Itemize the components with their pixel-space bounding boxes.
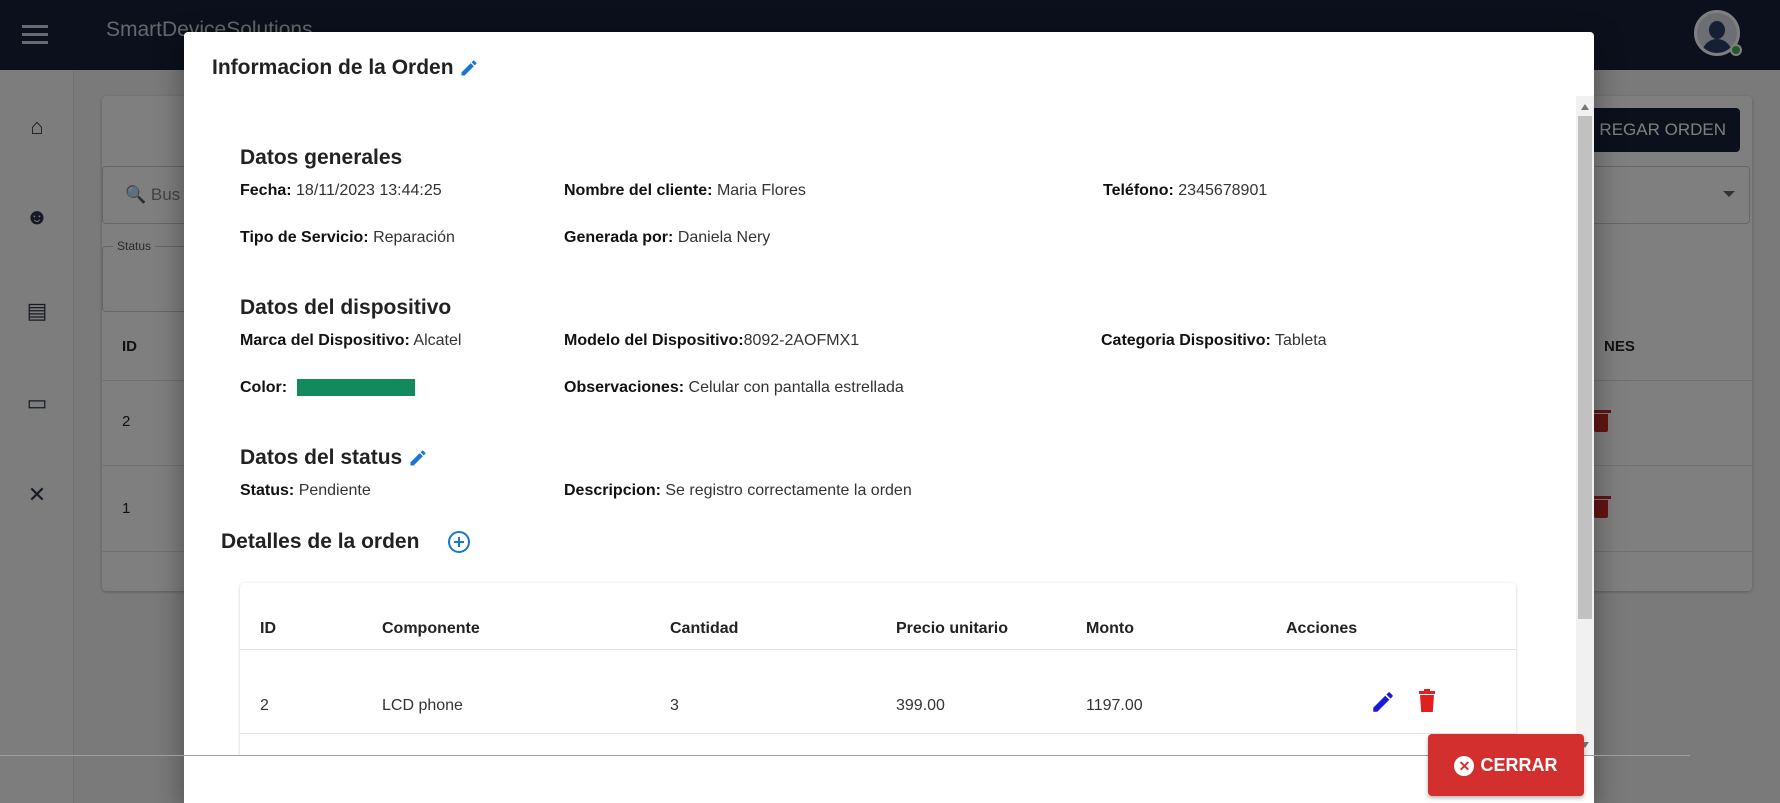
modelo-field: Modelo del Dispositivo:8092-2AOFMX1	[564, 332, 860, 349]
table-divider	[240, 733, 1516, 734]
column-header-monto: Monto	[1086, 620, 1134, 637]
column-header-precio: Precio unitario	[896, 620, 1009, 637]
cell-precio: 399.00	[896, 697, 945, 714]
cell-monto: 1197.00	[1086, 697, 1143, 714]
dialog-scrollbar[interactable]	[1576, 96, 1594, 756]
color-field: Color:	[240, 379, 416, 397]
dialog-content: Datos generales Fecha: 18/11/2023 13:44:…	[184, 96, 1576, 756]
column-header-id: ID	[260, 620, 276, 637]
cell-componente: LCD phone	[382, 697, 463, 714]
generada-field: Generada por: Daniela Nery	[564, 229, 771, 246]
cliente-field: Nombre del cliente: Maria Flores	[564, 182, 806, 199]
scroll-thumb[interactable]	[1578, 116, 1592, 619]
status-field: Status: Pendiente	[240, 482, 371, 499]
fecha-field: Fecha: 18/11/2023 13:44:25	[240, 182, 442, 199]
pencil-icon[interactable]	[459, 58, 479, 78]
column-header-cantidad: Cantidad	[670, 620, 739, 637]
telefono-field: Teléfono: 2345678901	[1103, 182, 1268, 199]
device-section-title: Datos del dispositivo	[240, 296, 452, 319]
close-button[interactable]: ✕ CERRAR	[1428, 734, 1584, 796]
status-section-title: Datos del status	[240, 446, 428, 470]
categoria-field: Categoria Dispositivo: Tableta	[1101, 332, 1327, 349]
column-header-componente: Componente	[382, 620, 480, 637]
trash-icon[interactable]	[1418, 689, 1436, 713]
dialog-title: Informacion de la Orden	[212, 56, 479, 80]
cell-id: 2	[260, 697, 269, 714]
pencil-icon[interactable]	[408, 448, 428, 468]
descripcion-field: Descripcion: Se registro correctamente l…	[564, 482, 912, 499]
observaciones-field: Observaciones: Celular con pantalla estr…	[564, 379, 904, 396]
pencil-icon[interactable]	[1370, 689, 1396, 715]
marca-field: Marca del Dispositivo: Alcatel	[240, 332, 462, 349]
general-section-title: Datos generales	[240, 146, 403, 169]
color-swatch	[297, 379, 416, 397]
table-divider	[240, 649, 1516, 650]
details-table: ID Componente Cantidad Precio unitario M…	[240, 583, 1516, 756]
details-section-title: Detalles de la orden	[221, 530, 471, 554]
close-circle-icon: ✕	[1454, 756, 1475, 777]
scroll-up-arrow[interactable]	[1581, 104, 1589, 110]
column-header-acciones: Acciones	[1286, 620, 1358, 637]
add-circle-icon[interactable]	[447, 530, 471, 554]
order-info-dialog: Informacion de la Orden Datos generales …	[184, 32, 1594, 803]
servicio-field: Tipo de Servicio: Reparación	[240, 229, 455, 246]
cell-cantidad: 3	[670, 697, 679, 714]
